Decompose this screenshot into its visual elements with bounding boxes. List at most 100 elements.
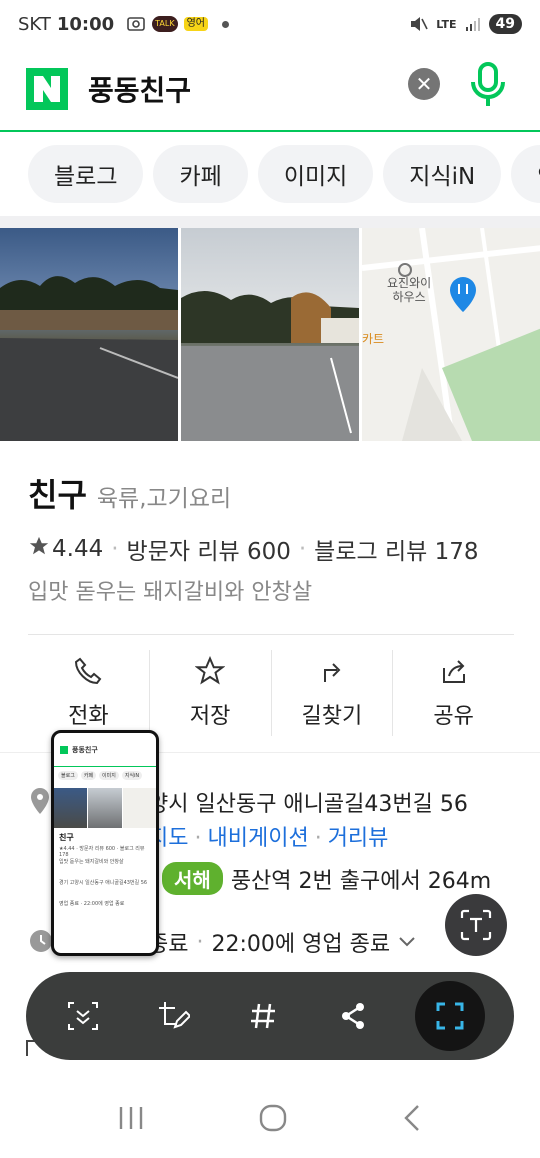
call-label: 전화 <box>68 704 109 729</box>
thumb-search-bar: 풍동친구 <box>54 733 156 767</box>
place-photo-exterior[interactable] <box>0 228 178 441</box>
share-button[interactable]: 공유 <box>393 650 514 736</box>
thumb-rating: ★4.44 · 방문자 리뷰 600 · 블로그 리뷰 178 <box>59 846 145 858</box>
text-extract-icon <box>460 909 492 941</box>
directions-button[interactable]: 길찾기 <box>272 650 394 736</box>
tab-blog[interactable]: 블로그 <box>28 145 144 203</box>
thumb-address: 경기 고양시 일산동구 애니골길43번길 56 <box>59 880 148 886</box>
place-address[interactable]: 양시 일산동구 애니골길43번길 56 <box>148 786 468 818</box>
thumb-tab: 카페 <box>80 771 97 780</box>
search-tabs: 블로그 카페 이미지 지식iN 인 <box>0 132 540 216</box>
directions-label: 길찾기 <box>301 704 363 729</box>
tag-button[interactable] <box>235 988 291 1044</box>
section-separator <box>0 216 540 228</box>
scroll-capture-icon <box>68 1002 98 1030</box>
blog-review-link[interactable]: 블로그 리뷰 178 <box>314 532 478 566</box>
scroll-capture-button[interactable] <box>55 988 111 1044</box>
place-category: 육류,고기요리 <box>96 486 232 512</box>
share-icon <box>442 660 465 683</box>
divider <box>28 634 514 635</box>
search-bar: 풍동친구 ✕ <box>0 48 540 132</box>
place-title: 친구 육류,고기요리 <box>28 470 231 516</box>
more-notifications-dot <box>221 20 229 28</box>
separator-dot: · <box>111 536 119 562</box>
map-place-label-2: 카트 <box>362 332 385 346</box>
carrier-label: SKT <box>18 13 51 35</box>
smart-select-button[interactable] <box>415 981 485 1051</box>
subway-distance: 풍산역 2번 출구에서 264m <box>230 868 492 894</box>
save-label: 저장 <box>189 704 231 729</box>
clear-search-button[interactable]: ✕ <box>408 68 440 100</box>
thumb-query: 풍동친구 <box>72 745 98 754</box>
parking-scene <box>181 290 359 441</box>
crop-edit-icon <box>159 1002 190 1029</box>
subway-info: 서해 풍산역 2번 출구에서 264m <box>162 862 491 895</box>
place-photo-parking[interactable] <box>181 228 359 441</box>
navigation-link[interactable]: 내비게이션 <box>207 826 308 851</box>
thumb-place-name: 친구 <box>59 833 74 842</box>
save-button[interactable]: 저장 <box>150 650 272 736</box>
business-hours[interactable]: 종료 · 22:00에 영업 종료 <box>148 926 416 958</box>
share-capture-button[interactable] <box>325 988 381 1044</box>
thumb-tab: 이미지 <box>99 771 119 780</box>
rating-value: 4.44 <box>52 536 104 562</box>
street-view-link[interactable]: 거리뷰 <box>328 826 389 851</box>
call-button[interactable]: 전화 <box>28 650 150 736</box>
mute-icon <box>411 17 429 31</box>
recent-apps-icon[interactable] <box>116 1104 146 1132</box>
separator-dot: · <box>196 929 204 955</box>
hours-text: 22:00에 영업 종료 <box>211 932 391 957</box>
rating-row: 4.44 · 방문자 리뷰 600 · 블로그 리뷰 178 <box>28 532 479 566</box>
thumb-hours: 영업 종료 · 22:00에 영업 종료 <box>59 901 125 907</box>
thumb-photos <box>54 788 156 828</box>
tab-more[interactable]: 인 <box>511 145 540 203</box>
separator-dot: · <box>314 826 322 851</box>
map-place-label: 요진와이 하우스 <box>387 276 432 304</box>
back-icon[interactable] <box>400 1103 424 1133</box>
tab-cafe[interactable]: 카페 <box>153 145 248 203</box>
thumb-tab: 지식iN <box>121 771 143 780</box>
screenshot-preview-thumbnail[interactable]: 풍동친구 블로그 카페 이미지 지식iN 친구 ★4.44 · 방문자 리뷰 6… <box>51 730 159 956</box>
notification-icons: TALK 영어 <box>126 15 229 33</box>
draw-button[interactable] <box>145 988 201 1044</box>
signal-icon <box>465 18 480 31</box>
english-app-icon: 영어 <box>183 17 208 31</box>
voice-search-mic-icon[interactable] <box>468 60 508 110</box>
search-query[interactable]: 풍동친구 <box>88 69 191 109</box>
capture-frame-icon <box>436 1002 464 1030</box>
battery-indicator: 49 <box>488 14 522 34</box>
hashtag-icon <box>251 1003 275 1029</box>
share-label: 공유 <box>433 704 474 729</box>
lte-indicator: LTE <box>436 17 457 31</box>
place-description: 입맛 돋우는 돼지갈비와 안창살 <box>28 580 313 605</box>
separator-dot: · <box>194 826 202 851</box>
phone-icon <box>75 657 102 685</box>
place-name[interactable]: 친구 <box>28 470 87 516</box>
extract-text-button[interactable] <box>445 894 507 956</box>
chevron-down-icon <box>399 937 415 947</box>
naver-logo-icon[interactable] <box>26 68 68 110</box>
system-nav-bar <box>0 1078 540 1158</box>
place-photos: 요진와이 하우스 카트 <box>0 228 540 441</box>
location-pin-icon <box>31 788 49 814</box>
screenshot-notification-icon <box>127 17 145 31</box>
system-icons: LTE 49 <box>408 14 522 34</box>
screenshot-toolbar <box>26 972 514 1060</box>
close-icon: ✕ <box>415 72 433 96</box>
tab-image[interactable]: 이미지 <box>257 145 374 203</box>
star-outline-icon <box>195 656 226 685</box>
tab-knowledge-in[interactable]: 지식iN <box>383 145 502 203</box>
status-bar: SKT 10:00 TALK 영어 LTE 49 <box>0 0 540 48</box>
tree-silhouette <box>0 276 178 441</box>
visitor-review-link[interactable]: 방문자 리뷰 600 <box>127 532 291 566</box>
separator-dot: · <box>298 536 307 562</box>
naver-logo-icon <box>60 745 68 754</box>
address-links: 지도 · 내비게이션 · 거리뷰 <box>148 820 388 852</box>
thumb-tabs: 블로그 카페 이미지 지식iN <box>54 767 156 784</box>
thumb-tab: 블로그 <box>58 771 78 780</box>
thumb-desc: 입맛 돋우는 돼지갈비와 안창살 <box>59 859 124 865</box>
place-actions: 전화 저장 길찾기 공유 <box>28 650 514 736</box>
star-icon <box>28 535 50 563</box>
home-icon[interactable] <box>258 1103 288 1133</box>
place-map-thumbnail[interactable]: 요진와이 하우스 카트 <box>362 228 540 441</box>
